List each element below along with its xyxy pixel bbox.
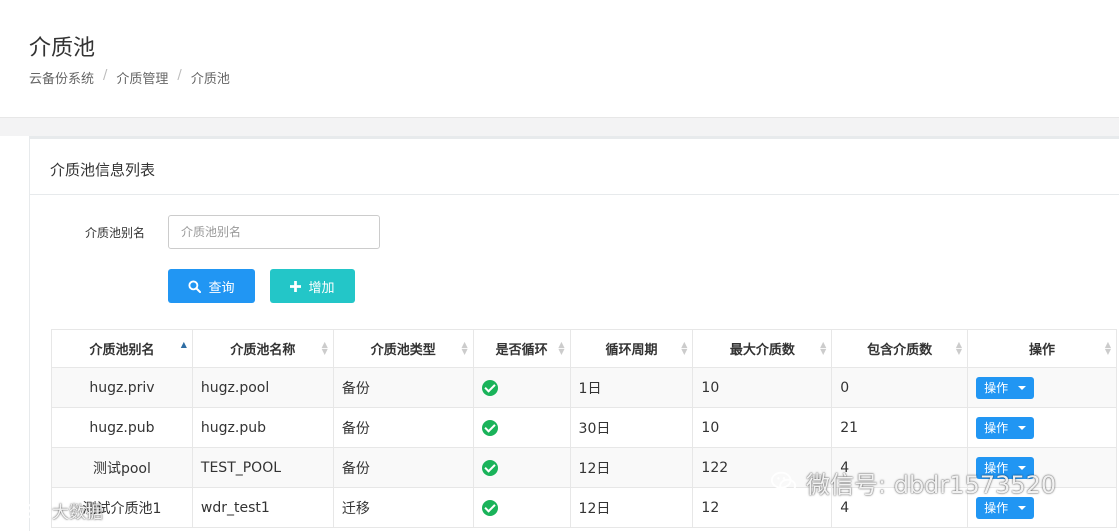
cell-cycle [472, 367, 571, 408]
breadcrumb-item-media-management[interactable]: 介质管理 [116, 68, 168, 87]
cell-name: hugz.pub [191, 407, 334, 448]
cell-count: 4 [831, 487, 969, 528]
cell-cycle [472, 447, 571, 488]
caret-down-icon [1018, 385, 1027, 390]
cell-period: 30日 [569, 407, 694, 448]
table-row: hugz.pub hugz.pub 备份 30日 10 21 操作 [51, 407, 1117, 448]
cell-actions: 操作 [967, 447, 1117, 488]
cell-alias: 测试pool [51, 447, 193, 488]
query-button[interactable]: 查询 [168, 269, 255, 303]
panel-title: 介质池信息列表 [50, 161, 156, 179]
check-circle-icon [481, 379, 498, 396]
search-icon [188, 279, 202, 293]
alias-filter-input[interactable] [168, 215, 380, 249]
column-header-max[interactable]: 最大介质数 ▲ ▼ [692, 329, 833, 368]
cell-count: 21 [831, 407, 969, 448]
column-header-period[interactable]: 循环周期 ▲ ▼ [569, 329, 694, 368]
sort-both-icon: ▲ ▼ [321, 340, 328, 356]
table-header-row: 介质池别名 ▲ 介质池名称 ▲ ▼ 介质池类型 ▲ ▼ 是否循环 ▲ ▼ 循环周期 ▲ ▼ 最大介… [51, 329, 1117, 368]
table-row: hugz.priv hugz.pool 备份 1日 10 0 操作 [51, 367, 1117, 408]
check-circle-icon [481, 499, 498, 516]
sort-both-icon: ▲ ▼ [681, 340, 688, 356]
cell-max: 12 [692, 487, 833, 528]
cell-actions: 操作 [967, 407, 1117, 448]
cell-alias: hugz.pub [51, 407, 193, 448]
column-header-type[interactable]: 介质池类型 ▲ ▼ [332, 329, 474, 368]
alias-filter-label: 介质池别名 [85, 226, 146, 240]
cell-cycle [472, 407, 571, 448]
breadcrumb-separator: / [177, 68, 182, 83]
check-circle-icon [481, 459, 498, 476]
cell-alias: hugz.priv [51, 367, 193, 408]
sort-both-icon: ▲ ▼ [820, 340, 827, 356]
cell-name: TEST_POOL [191, 447, 334, 488]
check-circle-icon [481, 419, 498, 436]
cell-type: 迁移 [332, 487, 474, 528]
row-action-dropdown[interactable]: 操作 [976, 496, 1035, 519]
row-action-dropdown[interactable]: 操作 [976, 416, 1035, 439]
sort-asc-icon: ▲ [180, 340, 187, 349]
cell-name: hugz.pool [191, 367, 334, 408]
panel-divider [30, 194, 1119, 195]
sort-both-icon: ▲ ▼ [955, 340, 963, 356]
cell-period: 12日 [569, 487, 694, 528]
cell-max: 122 [692, 447, 833, 488]
content-background [0, 118, 1119, 136]
column-header-name[interactable]: 介质池名称 ▲ ▼ [191, 329, 334, 368]
cell-period: 12日 [569, 447, 694, 488]
caret-down-icon [1018, 465, 1027, 470]
page-title: 介质池 [29, 36, 96, 61]
breadcrumb: 云备份系统 / 介质管理 / 介质池 [29, 68, 230, 87]
column-header-cycle[interactable]: 是否循环 ▲ ▼ [472, 329, 571, 368]
caret-down-icon [1018, 505, 1027, 510]
caret-down-icon [1018, 425, 1027, 430]
media-pool-panel: 介质池信息列表 介质池别名 查询 增加 介质池别名▲ 介质池名称▲▼ 介质池类型… [29, 136, 1119, 531]
cell-actions: 操作 [967, 367, 1117, 408]
sort-both-icon: ▲ ▼ [461, 340, 468, 356]
query-button-label: 查询 [208, 280, 235, 296]
cell-count: 0 [831, 367, 969, 408]
breadcrumb-item-media-pool: 介质池 [190, 72, 230, 87]
add-button[interactable]: 增加 [270, 269, 355, 303]
cell-alias: 测试介质池1 [51, 487, 193, 528]
column-header-actions[interactable]: 操作 ▲ ▼ [967, 329, 1117, 368]
cell-count: 4 [831, 447, 969, 488]
add-button-label: 增加 [308, 280, 335, 296]
column-header-alias[interactable]: 介质池别名 ▲ [51, 329, 193, 368]
media-pool-table: 介质池别名 ▲ 介质池名称 ▲ ▼ 介质池类型 ▲ ▼ 是否循环 ▲ ▼ 循环周期 ▲ ▼ 最大介… [51, 329, 1117, 528]
cell-type: 备份 [332, 367, 474, 408]
cell-type: 备份 [332, 447, 474, 488]
row-action-dropdown[interactable]: 操作 [976, 456, 1035, 479]
sort-both-icon: ▲ ▼ [1104, 340, 1111, 356]
row-action-dropdown[interactable]: 操作 [976, 376, 1035, 399]
breadcrumb-item-system[interactable]: 云备份系统 [29, 68, 94, 87]
table-row: 测试pool TEST_POOL 备份 12日 122 4 操作 [51, 447, 1117, 488]
cell-period: 1日 [569, 367, 694, 408]
table-row: 测试介质池1 wdr_test1 迁移 12日 12 4 操作 [51, 487, 1117, 528]
plus-icon [290, 280, 302, 292]
sort-both-icon: ▲ ▼ [558, 340, 565, 356]
cell-name: wdr_test1 [191, 487, 334, 528]
cell-max: 10 [692, 367, 833, 408]
page-header: 介质池 云备份系统 / 介质管理 / 介质池 [0, 0, 1119, 118]
breadcrumb-separator: / [103, 68, 108, 83]
column-header-count[interactable]: 包含介质数 ▲ ▼ [831, 329, 969, 368]
cell-type: 备份 [332, 407, 474, 448]
cell-cycle [472, 487, 571, 528]
cell-actions: 操作 [967, 487, 1117, 528]
cell-max: 10 [692, 407, 833, 448]
